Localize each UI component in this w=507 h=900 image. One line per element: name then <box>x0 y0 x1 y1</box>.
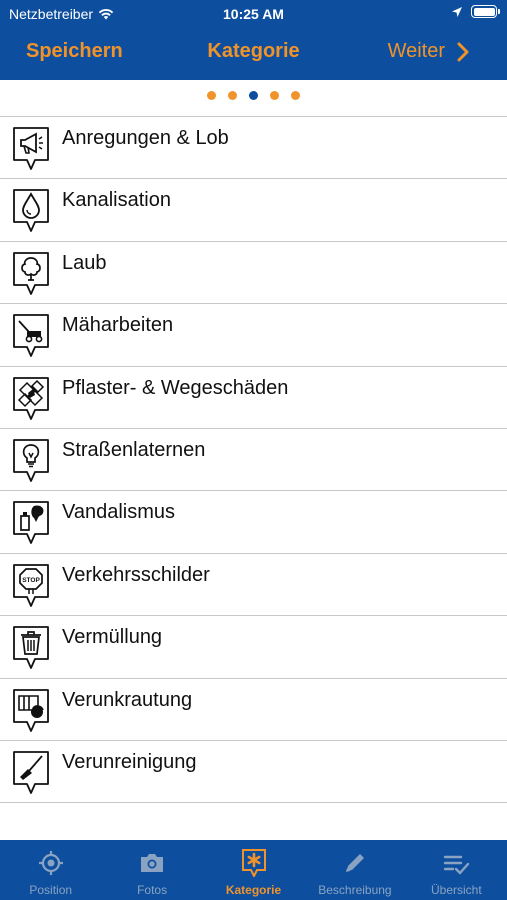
category-label: Verunkrautung <box>62 688 193 711</box>
broom-icon <box>13 751 49 794</box>
status-time: 10:25 AM <box>223 6 284 22</box>
status-right <box>451 5 500 18</box>
trash-can-icon <box>13 626 49 670</box>
tab-description[interactable]: Beschreibung <box>304 840 405 900</box>
progress-dot <box>270 91 279 100</box>
category-row[interactable]: Verunreinigung <box>0 741 507 804</box>
category-row[interactable]: Straßenlaternen <box>0 429 507 492</box>
category-label: Laub <box>62 251 107 274</box>
tree-icon <box>13 251 49 295</box>
category-row[interactable]: STOP Verkehrsschilder <box>0 554 507 617</box>
asterisk-pin-icon <box>241 849 266 877</box>
spray-can-icon <box>13 501 49 545</box>
stop-sign-icon: STOP <box>13 563 49 607</box>
category-label: Verkehrsschilder <box>62 563 210 586</box>
progress-dots <box>0 91 507 100</box>
pencil-icon <box>345 854 364 872</box>
progress-dot-current <box>249 91 258 100</box>
tab-label: Kategorie <box>225 883 282 897</box>
category-label: Vandalismus <box>62 501 176 524</box>
progress-dot <box>207 91 216 100</box>
camera-icon <box>141 854 164 872</box>
crosshair-icon <box>38 851 63 875</box>
weeds-icon <box>13 688 49 732</box>
category-label: Straßenlaternen <box>62 438 206 461</box>
tab-label: Position <box>29 883 73 897</box>
progress-dot <box>228 91 237 100</box>
tab-photos[interactable]: Fotos <box>101 840 202 900</box>
tab-label: Beschreibung <box>318 883 392 897</box>
category-row[interactable]: Vandalismus <box>0 491 507 554</box>
tab-label: Fotos <box>137 883 168 897</box>
category-label: Kanalisation <box>62 189 171 212</box>
tab-category[interactable]: Kategorie <box>203 840 304 900</box>
category-label: Pflaster- & Wegeschäden <box>62 376 289 399</box>
category-row[interactable]: Verunkrautung <box>0 679 507 741</box>
category-list: Anregungen & Lob Kanalisation Laub Mähar… <box>0 116 507 804</box>
tab-overview[interactable]: Übersicht <box>406 840 507 900</box>
category-row[interactable]: Mäharbeiten <box>0 304 507 367</box>
lawnmower-icon <box>13 314 49 358</box>
megaphone-icon <box>13 127 49 170</box>
tab-position[interactable]: Position <box>0 840 101 900</box>
category-label: Verunreinigung <box>62 750 197 773</box>
category-label: Mäharbeiten <box>62 314 174 337</box>
category-row[interactable]: Anregungen & Lob <box>0 117 507 180</box>
status-bar: Netzbetreiber 10:25 AM <box>0 0 507 28</box>
checklist-icon <box>444 855 470 875</box>
category-label: Anregungen & Lob <box>62 127 229 149</box>
progress-dot <box>291 91 300 100</box>
category-row[interactable]: Kanalisation <box>0 179 507 242</box>
tab-label: Übersicht <box>430 883 482 897</box>
navigation-bar: Speichern Kategorie Weiter <box>0 36 507 70</box>
category-row[interactable]: Pflaster- & Wegeschäden <box>0 367 507 429</box>
category-label: Vermüllung <box>62 626 163 649</box>
lightbulb-icon <box>13 439 49 482</box>
location-arrow-icon <box>452 6 462 17</box>
stop-sign-text: STOP <box>22 577 40 584</box>
battery-icon <box>471 5 500 18</box>
chevron-right-icon[interactable] <box>457 42 469 62</box>
tab-bar: Position Fotos Kategorie Beschreibung Üb… <box>0 840 507 900</box>
paving-icon <box>13 376 49 420</box>
category-row[interactable]: Vermüllung <box>0 616 507 679</box>
top-bar: Netzbetreiber 10:25 AM Speichern Kategor… <box>0 0 507 80</box>
category-row[interactable]: Laub <box>0 242 507 305</box>
next-label: Weiter <box>387 40 445 62</box>
water-drop-icon <box>13 189 49 233</box>
